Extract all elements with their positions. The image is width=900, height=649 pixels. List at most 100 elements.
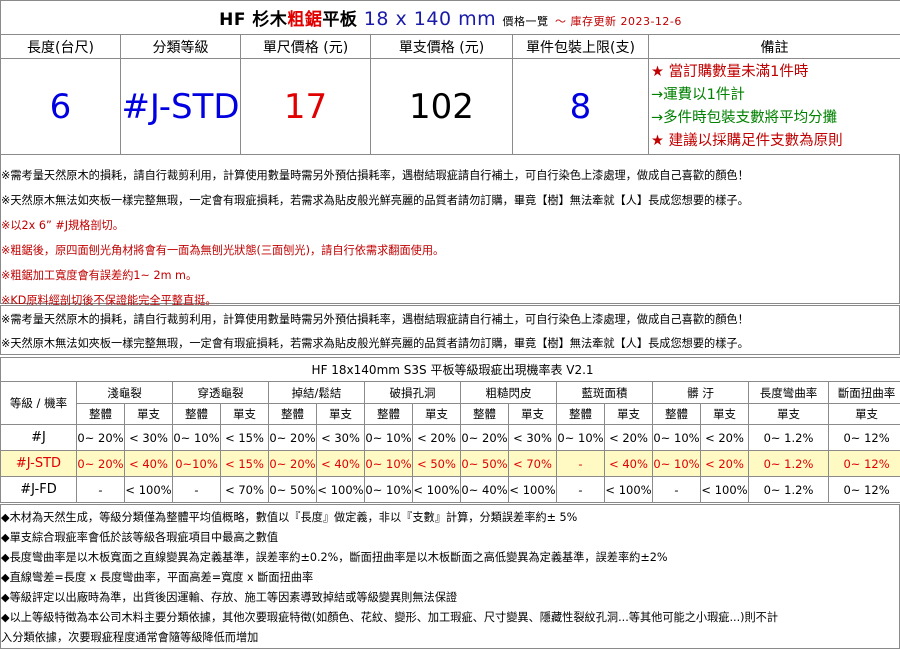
value-pack-limit: 8	[512, 58, 649, 155]
group-header: 髒 汙	[652, 381, 749, 404]
sub-header-single: 單支	[604, 403, 653, 425]
table-row-highlighted: #J-STD 0~ 20% < 40% 0~10% < 15% 0~ 20% <…	[0, 450, 900, 477]
table-cell: 0~ 20%	[76, 424, 125, 451]
value-length: 6	[0, 58, 121, 155]
remark-line: →多件時包裝支數將平均分攤	[651, 109, 838, 126]
header-remarks: 備註	[648, 34, 900, 59]
remark-line: ★ 建議以採購足件支數為原則	[651, 132, 843, 149]
defect-table-title-row: HF 18x140mm S3S 平板等級瑕疵出現機率表 V2.1	[0, 357, 900, 382]
header-row: 長度(台尺) 分類等級 單尺價格 (元) 單支價格 (元) 單件包裝上限(支) …	[0, 34, 900, 59]
value-price-per-foot: 17	[240, 58, 371, 155]
grade-label: #J-FD	[0, 476, 77, 503]
table-cell: 0~ 10%	[364, 450, 413, 477]
table-cell: < 20%	[700, 450, 749, 477]
table-cell: < 40%	[604, 450, 653, 477]
table-cell: 0~ 20%	[268, 424, 317, 451]
page-title: HF 杉木粗鋸平板 18 x 140 mm 價格一覽 ～ 庫存更新 2023-1…	[0, 0, 900, 35]
table-cell: 0~ 10%	[364, 476, 413, 503]
table-cell: < 20%	[412, 424, 461, 451]
notice-line: ※需考量天然原木的損耗，請自行裁剪利用，計算使用數量時需另外預估損耗率，遇樹結瑕…	[1, 313, 749, 326]
sub-header-whole: 整體	[652, 403, 701, 425]
group-header: 穿透龜裂	[172, 381, 269, 404]
notice-line: ※粗鋸後，原四面刨光角材將會有一面為無刨光狀態(三面刨光)，請自行依需求翻面使用…	[1, 244, 445, 257]
table-cell: < 40%	[316, 450, 365, 477]
table-cell: 0~ 1.2%	[748, 424, 829, 451]
sub-header-whole: 整體	[76, 403, 125, 425]
table-cell: -	[556, 476, 605, 503]
table-cell: < 100%	[124, 476, 173, 503]
sub-header-single: 單支	[412, 403, 461, 425]
table-cell: < 30%	[508, 424, 557, 451]
table-cell: < 40%	[124, 450, 173, 477]
table-cell: 0~ 1.2%	[748, 476, 829, 503]
table-cell: < 15%	[220, 424, 269, 451]
title-prefix: HF 杉木	[219, 10, 288, 30]
note-line: ◆直線彎差=長度 x 長度彎曲率，平面高差=寬度 x 斷面扭曲率	[1, 571, 314, 584]
title-list: 價格一覽	[502, 15, 549, 28]
table-cell: 0~ 10%	[172, 424, 221, 451]
header-price-per-foot: 單尺價格 (元)	[240, 34, 371, 59]
sub-header-single: 單支	[748, 403, 829, 425]
sub-header-single: 單支	[220, 403, 269, 425]
table-cell: < 100%	[412, 476, 461, 503]
group-header: 長度彎曲率	[748, 381, 829, 404]
sub-header-single: 單支	[508, 403, 557, 425]
table-cell: < 20%	[604, 424, 653, 451]
table-cell: 0~ 40%	[460, 476, 509, 503]
table-cell: 0~ 50%	[268, 476, 317, 503]
table-cell: < 50%	[412, 450, 461, 477]
table-cell: 0~ 20%	[268, 450, 317, 477]
value-row: 6 #J-STD 17 102 8 ★ 當訂購數量未滿1件時 →運費以1件計 →…	[0, 58, 900, 155]
table-cell: 0~ 12%	[827, 476, 900, 503]
table-cell: -	[652, 476, 701, 503]
note-line: ◆等級評定以出廠時為準，出貨後因運輸、存放、施工等因素導致掉結或等級變異則無法保…	[1, 591, 458, 604]
defect-group-row: 等級 / 機率 淺龜裂 穿透龜裂 掉結/鬆結 破損孔洞 粗糙閃皮 藍斑面積 髒 …	[0, 381, 900, 425]
title-highlight: 粗鋸	[287, 10, 323, 30]
notice-line: ※以2x 6” #J規格剖切。	[1, 219, 124, 232]
notice-block-2: ※需考量天然原木的損耗，請自行裁剪利用，計算使用數量時需另外預估損耗率，遇樹結瑕…	[0, 305, 900, 355]
price-table: HF 杉木粗鋸平板 18 x 140 mm 價格一覽 ～ 庫存更新 2023-1…	[0, 0, 900, 155]
remarks-cell: ★ 當訂購數量未滿1件時 →運費以1件計 →多件時包裝支數將平均分攤 ★ 建議以…	[648, 58, 900, 155]
sub-header-whole: 整體	[172, 403, 221, 425]
sub-header-whole: 整體	[268, 403, 317, 425]
header-length: 長度(台尺)	[0, 34, 121, 59]
note-line: ◆單支綜合瑕疵率會低於該等級各瑕疵項目中最高之數值	[1, 531, 279, 544]
sub-header-whole: 整體	[556, 403, 605, 425]
header-price-per-piece: 單支價格 (元)	[370, 34, 513, 59]
bottom-notes: ◆木材為天然生成，等級分類僅為整體平均值概略，數值以『長度』做定義，非以『支數』…	[0, 504, 900, 649]
header-pack-limit: 單件包裝上限(支)	[512, 34, 649, 59]
sub-header-single: 單支	[124, 403, 173, 425]
table-cell: 0~10%	[172, 450, 221, 477]
table-cell: 0~ 10%	[364, 424, 413, 451]
table-cell: 0~ 12%	[827, 450, 900, 477]
group-header: 淺龜裂	[76, 381, 173, 404]
notice-line: ※粗鋸加工寬度會有誤差約1~ 2m m。	[1, 269, 198, 282]
table-cell: -	[76, 476, 125, 503]
grade-header: 等級 / 機率	[0, 381, 77, 425]
defect-sub-row: 整體 單支 整體 單支 整體 單支 整體 單支 整體 單支 整體 單支 整體 單…	[1, 403, 900, 425]
note-line: ◆以上等級特徵為本公司木料主要分類依據，其他次要瑕疵特徵(如顏色、花紋、變形、加…	[1, 611, 779, 624]
table-cell: < 70%	[508, 450, 557, 477]
table-cell: 0~ 10%	[652, 424, 701, 451]
note-line: ◆木材為天然生成，等級分類僅為整體平均值概略，數值以『長度』做定義，非以『支數』…	[1, 511, 578, 524]
title-suffix: 平板	[322, 10, 358, 30]
title-size: 18 x 140 mm	[363, 8, 497, 30]
defect-probability-table: HF 18x140mm S3S 平板等級瑕疵出現機率表 V2.1 等級 / 機率…	[0, 357, 900, 503]
table-cell: 0~ 50%	[460, 450, 509, 477]
defect-table-title: HF 18x140mm S3S 平板等級瑕疵出現機率表 V2.1	[0, 357, 900, 382]
note-line: 入分類依據，次要瑕疵程度通常會隨等級降低而增加	[1, 631, 259, 644]
sub-header-whole: 整體	[460, 403, 509, 425]
notice-line: ※天然原木無法如夾板一樣完整無瑕，一定會有瑕疵損耗，若需求為貼皮般光鮮亮麗的品質…	[1, 194, 749, 207]
sub-header-single: 單支	[316, 403, 365, 425]
sub-header-single: 單支	[700, 403, 749, 425]
sub-header-single: 單支	[827, 403, 900, 425]
table-row: #J-FD - < 100% - < 70% 0~ 50% < 100% 0~ …	[0, 476, 900, 503]
table-cell: -	[172, 476, 221, 503]
table-cell: 0~ 20%	[460, 424, 509, 451]
table-cell: 0~ 12%	[827, 424, 900, 451]
table-cell: < 30%	[316, 424, 365, 451]
table-cell: < 70%	[220, 476, 269, 503]
grade-label: #J-STD	[0, 450, 77, 477]
note-line: ◆長度彎曲率是以木板寬面之直線變異為定義基準，誤差率約±0.2%，斷面扭曲率是以…	[1, 551, 668, 564]
table-cell: < 30%	[124, 424, 173, 451]
